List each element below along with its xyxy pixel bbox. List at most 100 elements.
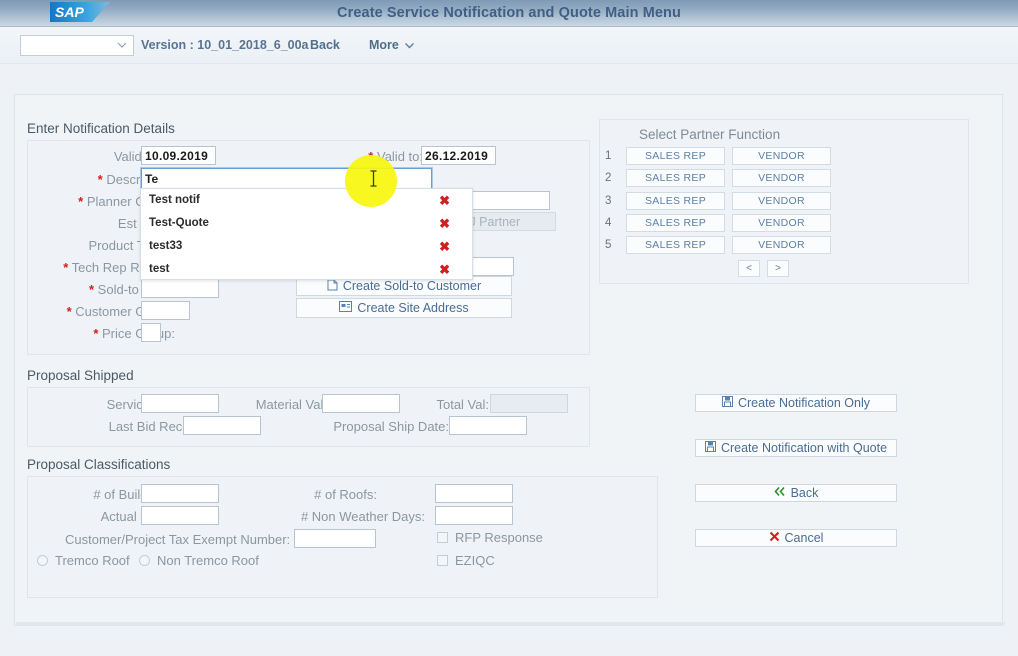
list-item[interactable]: Test notif ✖ (141, 189, 472, 212)
material-val-label: Material Val: (237, 397, 327, 412)
partner-next-button[interactable]: > (767, 260, 789, 277)
proposal-shipped-heading: Proposal Shipped (27, 368, 134, 383)
back-button[interactable]: Back (695, 484, 897, 502)
partner-sales-rep-button[interactable]: SALES REP (626, 147, 725, 165)
total-val-label: Total Val: (417, 397, 489, 412)
buildings-input[interactable] (141, 484, 219, 503)
description-input[interactable] (141, 168, 432, 189)
delete-suggestion-icon[interactable]: ✖ (439, 212, 450, 235)
create-notification-only-label: Create Notification Only (738, 396, 870, 410)
list-item[interactable]: Test-Quote ✖ (141, 212, 472, 235)
tax-exempt-input[interactable] (294, 529, 376, 548)
partner-sales-rep-label: SALES REP (645, 195, 706, 207)
partner-next-label: > (775, 263, 781, 274)
last-bid-received-input[interactable] (183, 416, 261, 435)
non-weather-days-input[interactable] (435, 506, 513, 525)
partner-sales-rep-button[interactable]: SALES REP (626, 169, 725, 187)
delete-suggestion-icon[interactable]: ✖ (439, 189, 450, 212)
valid-from-input[interactable] (141, 146, 216, 165)
toolbar: Version : 10_01_2018_6_00a Back More (0, 27, 1018, 64)
required-marker: * (67, 304, 72, 319)
rfp-response-label[interactable]: RFP Response (455, 530, 543, 545)
create-notification-only-button[interactable]: Create Notification Only (695, 394, 897, 412)
delete-suggestion-icon[interactable]: ✖ (439, 258, 450, 281)
required-marker: * (63, 260, 68, 275)
back-label: Back (791, 486, 819, 500)
description-autocomplete-list[interactable]: Test notif ✖ Test-Quote ✖ test33 ✖ test … (140, 188, 473, 280)
partner-vendor-label: VENDOR (758, 150, 805, 162)
partner-prev-button[interactable]: < (738, 260, 760, 277)
partner-prev-label: < (746, 263, 752, 274)
chevron-down-icon (117, 40, 127, 50)
application-header: SAP Create Service Notification and Quot… (0, 0, 1018, 27)
version-label: Version : 10_01_2018_6_00a (141, 38, 309, 52)
partner-sales-rep-label: SALES REP (645, 150, 706, 162)
tremco-roof-radio[interactable] (37, 555, 48, 566)
chevron-down-icon (404, 40, 415, 51)
valid-to-input[interactable] (421, 146, 496, 165)
eziqc-label[interactable]: EZIQC (455, 553, 495, 568)
partner-sales-rep-button[interactable]: SALES REP (626, 192, 725, 210)
rfp-response-checkbox[interactable] (437, 532, 448, 543)
suggestion-label: test33 (149, 240, 182, 252)
panel-shadow (16, 622, 1005, 625)
create-site-address-button[interactable]: Create Site Address (296, 298, 512, 318)
planner-group-input[interactable] (461, 191, 550, 210)
partner-row-number: 3 (605, 195, 611, 207)
proposal-ship-date-input[interactable] (449, 416, 527, 435)
customer-group-input[interactable] (141, 301, 190, 320)
partner-vendor-button[interactable]: VENDOR (732, 236, 831, 254)
partner-vendor-button[interactable]: VENDOR (732, 214, 831, 232)
price-group-input[interactable] (141, 323, 161, 342)
partner-row-number: 4 (605, 217, 611, 229)
required-marker: * (93, 326, 98, 341)
double-chevron-left-icon (774, 486, 786, 500)
partner-vendor-button[interactable]: VENDOR (732, 169, 831, 187)
partner-vendor-button[interactable]: VENDOR (732, 192, 831, 210)
valid-to-label-text: Valid to: (377, 149, 423, 164)
list-item[interactable]: test33 ✖ (141, 235, 472, 258)
main-content-panel: Enter Notification Details Valid from: *… (14, 94, 1003, 626)
create-notification-with-quote-label: Create Notification with Quote (721, 441, 887, 455)
partner-vendor-label: VENDOR (758, 217, 805, 229)
notification-details-heading: Enter Notification Details (27, 121, 175, 136)
save-icon (722, 396, 733, 410)
version-select[interactable] (20, 35, 134, 56)
cancel-label: Cancel (785, 531, 824, 545)
partner-sales-rep-button[interactable]: SALES REP (626, 214, 725, 232)
actual-sq-ft-input[interactable] (141, 506, 219, 525)
page-title: Create Service Notification and Quote Ma… (0, 0, 1018, 26)
partner-vendor-button[interactable]: VENDOR (732, 147, 831, 165)
partner-function-heading: Select Partner Function (639, 127, 780, 142)
more-label: More (369, 38, 399, 52)
partner-row-number: 5 (605, 239, 611, 251)
toolbar-back-button[interactable]: Back (310, 38, 340, 52)
roofs-label: # of Roofs: (291, 487, 377, 502)
partner-row-number: 1 (605, 150, 611, 162)
valid-to-label: * Valid to: (345, 149, 423, 164)
address-card-icon (339, 301, 352, 315)
material-val-input[interactable] (322, 394, 400, 413)
partner-row-number: 2 (605, 172, 611, 184)
sold-to-party-input[interactable] (141, 279, 219, 298)
tremco-roof-label[interactable]: Tremco Roof (55, 553, 130, 568)
cancel-button[interactable]: Cancel (695, 529, 897, 547)
eziqc-checkbox[interactable] (437, 555, 448, 566)
delete-suggestion-icon[interactable]: ✖ (439, 235, 450, 258)
roofs-input[interactable] (435, 484, 513, 503)
required-marker: * (368, 149, 373, 164)
suggestion-label: Test-Quote (149, 217, 209, 229)
non-tremco-roof-label[interactable]: Non Tremco Roof (157, 553, 259, 568)
required-marker: * (98, 172, 103, 187)
partner-sales-rep-button[interactable]: SALES REP (626, 236, 725, 254)
partner-sales-rep-label: SALES REP (645, 217, 706, 229)
non-tremco-roof-radio[interactable] (139, 555, 150, 566)
partner-sales-rep-label: SALES REP (645, 172, 706, 184)
service-val-input[interactable] (141, 394, 219, 413)
partner-sales-rep-label: SALES REP (645, 239, 706, 251)
toolbar-more-button[interactable]: More (369, 38, 415, 52)
list-item[interactable]: test ✖ (141, 258, 472, 281)
create-notification-with-quote-button[interactable]: Create Notification with Quote (695, 439, 897, 457)
proposal-classifications-heading: Proposal Classifications (27, 457, 170, 472)
proposal-ship-date-label: Proposal Ship Date: (295, 419, 449, 434)
